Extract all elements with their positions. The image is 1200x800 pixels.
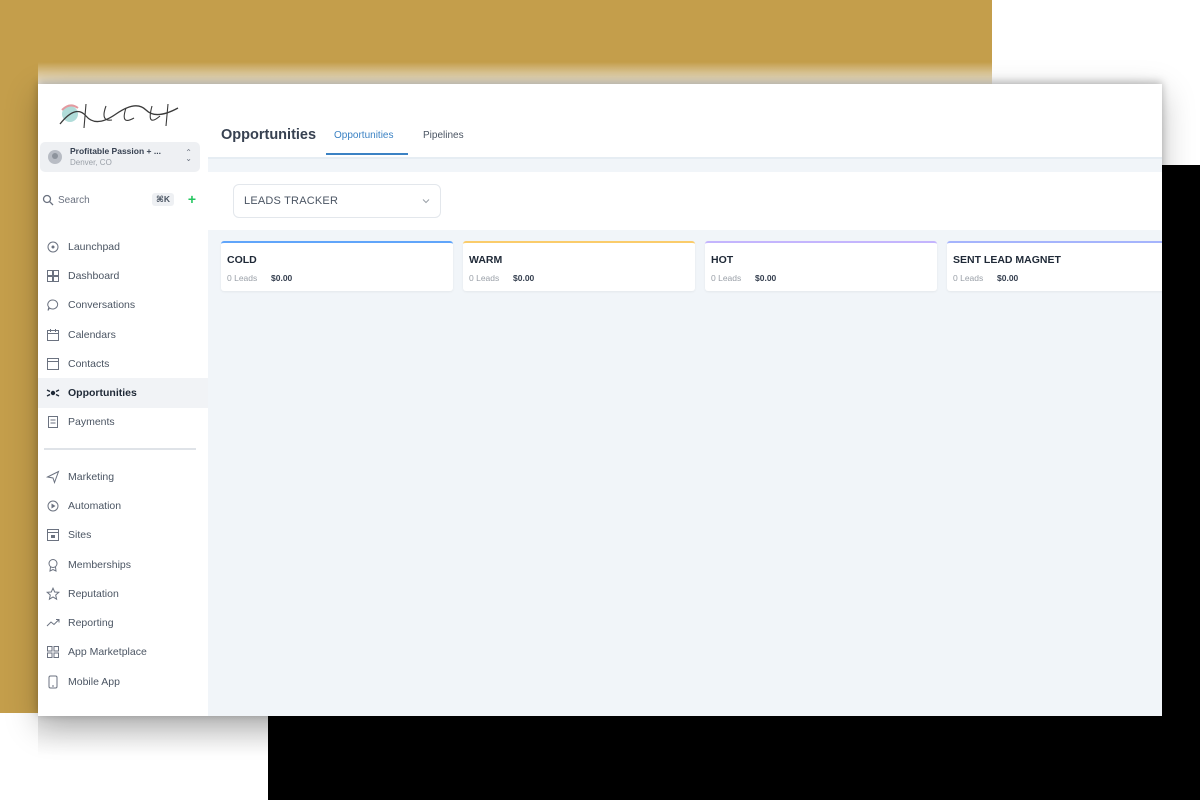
dashboard-icon	[47, 269, 59, 282]
sidebar-item-label: Memberships	[68, 558, 132, 571]
tab-pipelines[interactable]: Pipelines	[423, 130, 464, 141]
sidebar-item-label: Opportunities	[68, 387, 137, 400]
rocket-icon	[47, 241, 59, 253]
sidebar-item-launchpad[interactable]: Launchpad	[38, 232, 208, 261]
sites-icon	[47, 529, 59, 542]
sidebar-item-label: Dashboard	[68, 269, 120, 282]
stage-amount: $0.00	[271, 273, 293, 283]
sidebar-item-memberships[interactable]: Memberships	[38, 550, 208, 579]
sidebar-item-label: Reporting	[68, 617, 114, 630]
trend-icon	[46, 619, 60, 627]
sidebar-item-reputation[interactable]: Reputation	[38, 579, 208, 608]
page-title: Opportunities	[221, 127, 317, 143]
sidebar-nav-secondary: Marketing Automation Sites Memberships R…	[38, 462, 208, 696]
app-window: Profitable Passion + ... Denver, CO ⌃ ⌄ S…	[38, 84, 1162, 716]
pipeline-select-value: LEADS TRACKER	[244, 195, 339, 207]
chat-icon	[47, 299, 59, 311]
sidebar-item-automation[interactable]: Automation	[38, 491, 208, 520]
sidebar-item-payments[interactable]: Payments	[38, 408, 208, 437]
stage-lead-count: 0 Leads	[711, 273, 742, 283]
stage-column-cold[interactable]: COLD 0 Leads $0.00	[221, 241, 453, 291]
sidebar-nav-primary: Launchpad Dashboard Conversations Calend…	[38, 232, 208, 437]
stage-title: COLD	[227, 254, 257, 266]
grid-icon	[47, 646, 59, 659]
tab-opportunities[interactable]: Opportunities	[334, 130, 393, 141]
payments-icon	[48, 416, 58, 429]
pipeline-toolbar: LEADS TRACKER	[208, 172, 1162, 230]
calendar-icon	[47, 328, 59, 341]
stage-column-hot[interactable]: HOT 0 Leads $0.00	[705, 241, 937, 291]
avatar	[48, 150, 62, 164]
search-icon	[42, 194, 54, 206]
sidebar-item-app-marketplace[interactable]: App Marketplace	[38, 638, 208, 667]
account-location: Denver, CO	[70, 158, 112, 167]
sidebar-item-label: App Marketplace	[68, 646, 147, 659]
brand-logo[interactable]	[56, 96, 186, 138]
pipeline-select[interactable]: LEADS TRACKER	[233, 184, 441, 218]
sidebar-item-dashboard[interactable]: Dashboard	[38, 261, 208, 290]
sidebar: Profitable Passion + ... Denver, CO ⌃ ⌄ S…	[38, 84, 209, 716]
background-fade	[38, 62, 1162, 86]
quick-add-button[interactable]: +	[188, 191, 196, 207]
sidebar-item-label: Launchpad	[68, 240, 120, 253]
stage-column-warm[interactable]: WARM 0 Leads $0.00	[463, 241, 695, 291]
chevron-down-icon	[422, 199, 430, 204]
stage-lead-count: 0 Leads	[469, 273, 500, 283]
mobile-icon	[48, 675, 58, 689]
sidebar-divider	[44, 448, 196, 450]
sidebar-item-reporting[interactable]: Reporting	[38, 608, 208, 637]
sidebar-item-label: Mobile App	[68, 675, 120, 688]
stage-lead-count: 0 Leads	[953, 273, 984, 283]
search-label: Search	[58, 194, 90, 206]
sidebar-item-marketing[interactable]: Marketing	[38, 462, 208, 491]
opportunities-icon	[46, 389, 60, 397]
sidebar-item-label: Conversations	[68, 299, 136, 312]
star-icon	[46, 586, 60, 601]
sidebar-item-contacts[interactable]: Contacts	[38, 349, 208, 378]
stage-amount: $0.00	[997, 273, 1019, 283]
window-reflection	[38, 716, 268, 756]
stage-title: HOT	[711, 254, 734, 266]
main-content: Opportunities Opportunities Pipelines LE…	[208, 84, 1162, 716]
automation-icon	[47, 500, 59, 512]
sidebar-item-label: Reputation	[68, 587, 119, 600]
send-icon	[46, 470, 60, 484]
stage-title: SENT LEAD MAGNET	[953, 254, 1061, 266]
sidebar-item-mobile-app[interactable]: Mobile App	[38, 667, 208, 696]
sidebar-item-conversations[interactable]: Conversations	[38, 291, 208, 320]
stage-amount: $0.00	[755, 273, 777, 283]
account-text: Profitable Passion + ... Denver, CO	[70, 146, 161, 168]
account-name: Profitable Passion + ...	[70, 146, 161, 156]
sidebar-item-label: Sites	[68, 529, 92, 542]
sidebar-item-label: Calendars	[68, 328, 116, 341]
sidebar-item-label: Marketing	[68, 470, 115, 483]
stage-column-sent-lead-magnet[interactable]: SENT LEAD MAGNET 0 Leads $0.00	[947, 241, 1162, 291]
top-header: Opportunities Opportunities Pipelines	[208, 84, 1162, 159]
sidebar-item-opportunities[interactable]: Opportunities	[38, 378, 208, 408]
sidebar-item-label: Automation	[68, 499, 122, 512]
search-bar[interactable]: Search ⌘K +	[40, 189, 200, 211]
search-shortcut: ⌘K	[151, 193, 174, 206]
sidebar-item-label: Payments	[68, 416, 115, 429]
stage-title: WARM	[469, 254, 503, 266]
sidebar-item-calendars[interactable]: Calendars	[38, 320, 208, 349]
stage-lead-count: 0 Leads	[227, 273, 258, 283]
account-switcher[interactable]: Profitable Passion + ... Denver, CO ⌃ ⌄	[40, 142, 200, 172]
sidebar-item-sites[interactable]: Sites	[38, 521, 208, 550]
contacts-icon	[47, 357, 59, 370]
badge-icon	[48, 558, 58, 572]
sidebar-item-label: Contacts	[68, 357, 110, 370]
stage-amount: $0.00	[513, 273, 535, 283]
chevron-updown-icon: ⌃ ⌄	[185, 148, 192, 163]
active-tab-indicator	[326, 153, 408, 155]
